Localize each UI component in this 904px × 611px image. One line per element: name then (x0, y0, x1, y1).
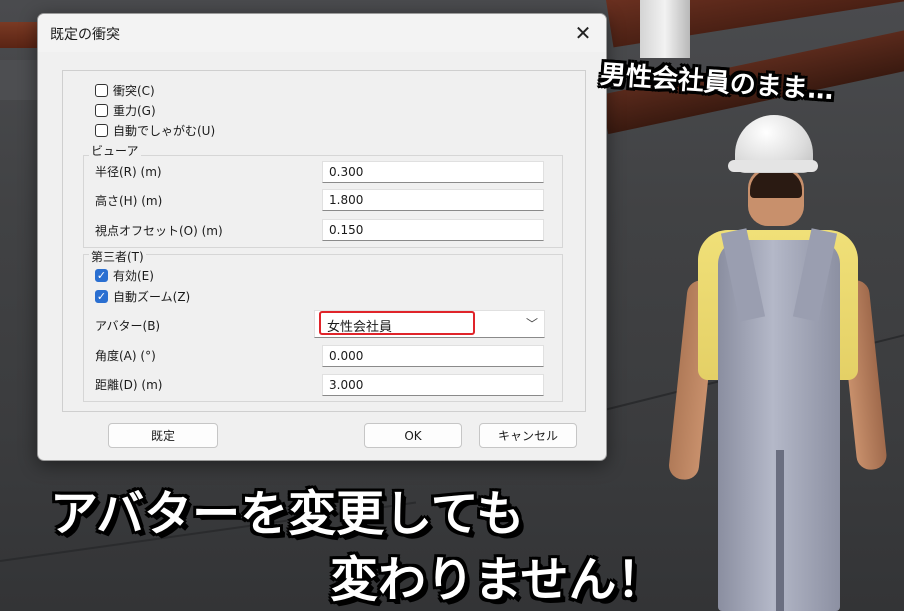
checkbox-box[interactable] (95, 83, 108, 97)
avatar-select[interactable]: 女性会社員 ﹀ (314, 310, 545, 338)
distance-label: 距離(D) (m) (95, 378, 163, 392)
checkbox-gravity[interactable]: 重力(G) (95, 101, 156, 119)
checkbox-auto-crouch[interactable]: 自動でしゃがむ(U) (95, 121, 215, 139)
checkbox-label: 自動でしゃがむ(U) (113, 123, 216, 138)
radius-label: 半径(R) (m) (95, 165, 162, 179)
viewer-group-label: ビューア (89, 142, 141, 159)
eye-offset-input[interactable]: 0.150 (322, 219, 544, 241)
checkbox-label: 自動ズーム(Z) (113, 289, 191, 304)
caption-line-1: アバターを変更しても (50, 486, 525, 542)
avatar-male-worker (667, 90, 890, 611)
close-icon[interactable]: ✕ (570, 20, 596, 46)
steel-column (640, 0, 690, 58)
height-label: 高さ(H) (m) (95, 194, 163, 208)
radius-input[interactable]: 0.300 (322, 161, 544, 183)
avatar-label: アバター(B) (95, 319, 161, 333)
dialog-titlebar: 既定の衝突 ✕ (38, 14, 606, 52)
dialog-title: 既定の衝突 (50, 27, 120, 43)
avatar-hair (750, 170, 802, 198)
steel-beam (0, 22, 40, 48)
angle-label: 角度(A) (°) (95, 349, 156, 363)
ok-button[interactable]: OK (364, 423, 462, 448)
checkbox-collision[interactable]: 衝突(C) (95, 81, 155, 99)
eye-offset-label: 視点オフセット(O) (m) (95, 224, 223, 238)
default-collision-dialog: 既定の衝突 ✕ 衝突(C) 重力(G) 自動でしゃがむ(U) ビューア 半径(R… (37, 13, 607, 461)
cancel-button[interactable]: キャンセル (479, 423, 577, 448)
scene-structure (0, 60, 40, 100)
checkbox-label: 有効(E) (113, 268, 154, 283)
checkbox-label: 重力(G) (113, 103, 156, 118)
check-icon[interactable]: ✓ (95, 268, 108, 282)
checkbox-label: 衝突(C) (113, 83, 155, 98)
avatar-leg-gap (776, 450, 784, 611)
checkbox-box[interactable] (95, 103, 108, 117)
avatar-helmet-brim (728, 160, 818, 172)
angle-input[interactable]: 0.000 (322, 345, 544, 367)
caption-line-2: 変わりません！ (330, 552, 665, 608)
default-button[interactable]: 既定 (108, 423, 218, 448)
checkbox-auto-zoom[interactable]: ✓ 自動ズーム(Z) (95, 287, 190, 305)
avatar-select-value: 女性会社員 (319, 311, 475, 335)
checkbox-box[interactable] (95, 123, 108, 137)
height-input[interactable]: 1.800 (322, 189, 544, 211)
checkbox-third-person-enabled[interactable]: ✓ 有効(E) (95, 266, 154, 284)
chevron-down-icon[interactable]: ﹀ (526, 315, 538, 332)
distance-input[interactable]: 3.000 (322, 374, 544, 396)
third-person-group-label: 第三者(T) (89, 248, 146, 265)
check-icon[interactable]: ✓ (95, 289, 108, 303)
